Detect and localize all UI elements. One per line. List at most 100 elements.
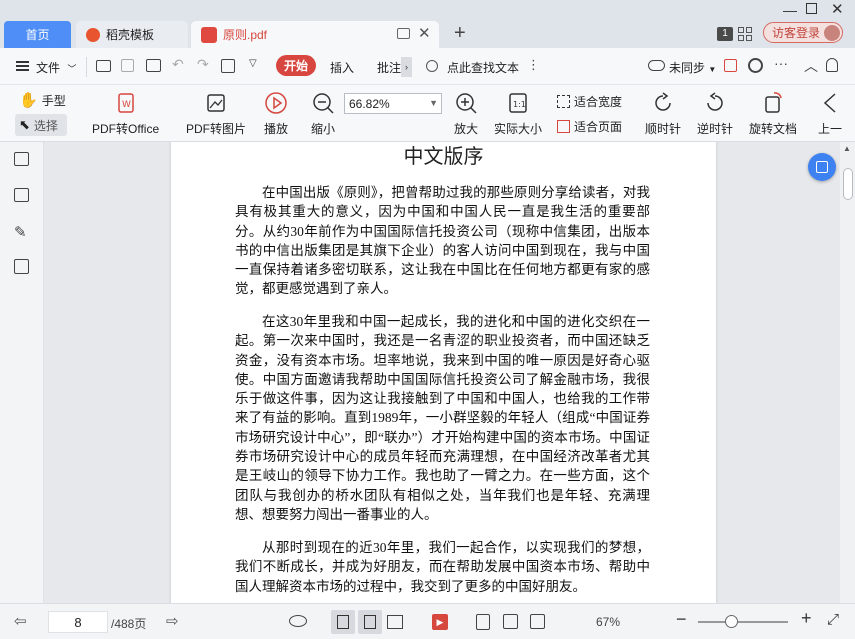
pdf-page: 中文版序 在中国出版《原则》，把曾帮助过我的那些原则分享给读者，对我具有极其重大… (171, 142, 716, 603)
actual-size-label: 实际大小 (494, 122, 543, 136)
zoom-in-icon (456, 93, 477, 114)
undo-icon[interactable]: ↶ (172, 56, 184, 73)
pdf-to-image-button[interactable]: PDF转图片 (186, 90, 246, 137)
guest-login-button[interactable]: 访客登录 (763, 22, 843, 43)
zoom-in-button[interactable]: 放大 (453, 90, 479, 137)
thumbnail-image-icon[interactable] (14, 188, 29, 202)
page-number-input[interactable]: 8 (48, 611, 108, 633)
window-count-badge[interactable]: 1 (717, 27, 733, 41)
tab-pdf-label: 原则.pdf (223, 28, 268, 42)
sign-icon[interactable] (221, 59, 235, 73)
zoom-out-status-icon[interactable]: − (676, 609, 687, 630)
search-text-button[interactable]: 点此查找文本 (447, 59, 519, 76)
rotate-counterclockwise-label: 逆时针 (697, 122, 734, 136)
zoom-in-status-icon[interactable]: + (801, 608, 812, 629)
tab-template[interactable]: 稻壳模板 (76, 21, 188, 48)
zoom-out-icon (313, 93, 334, 114)
total-pages: /488页 (111, 617, 147, 631)
minimize-icon[interactable]: — (783, 2, 797, 18)
zoom-slider[interactable] (698, 615, 788, 628)
share-icon[interactable] (724, 59, 737, 72)
zoom-slider-knob[interactable] (725, 615, 738, 628)
previous-page-icon[interactable]: ⇦ (14, 612, 27, 630)
settings-gear-icon[interactable] (748, 58, 763, 73)
search-icon[interactable] (426, 60, 438, 72)
tab-template-label: 稻壳模板 (106, 28, 155, 42)
more-dropdown-icon[interactable]: ▽ (249, 58, 257, 69)
vertical-scrollbar[interactable]: ▲ (840, 142, 855, 603)
sync-status[interactable]: 未同步 ▼ (669, 59, 716, 76)
tab-start[interactable]: 开始 (276, 55, 316, 76)
previous-page-button[interactable]: 上一 (817, 90, 843, 137)
fit-page-icon (557, 120, 570, 133)
tab-pdf-document[interactable]: 原则.pdf ✕ (191, 21, 439, 48)
single-page-view-icon[interactable] (331, 610, 355, 634)
tabs-scroll-right-icon[interactable]: › (401, 57, 412, 77)
double-page-view-icon[interactable] (387, 615, 403, 629)
more-horizontal-icon[interactable]: ··· (774, 55, 788, 71)
rotate-clockwise-button[interactable]: 顺时针 (645, 90, 681, 137)
hamburger-icon[interactable] (16, 61, 29, 71)
chevron-down-icon: ﹀ (67, 64, 77, 74)
ribbon-toolbar: ✋ 手型 ⬉ 选择 W PDF转Office PDF转图片 播放 缩小 66.8… (0, 85, 855, 142)
rotate-document-icon (765, 92, 782, 113)
scroll-up-icon[interactable]: ▲ (843, 144, 851, 153)
file-menu[interactable]: 文件 ﹀ (36, 59, 76, 76)
scrollbar-thumb[interactable] (843, 168, 853, 200)
next-page-icon[interactable]: ⇨ (166, 612, 179, 630)
eye-protection-icon[interactable] (289, 615, 307, 627)
cloud-sync-icon[interactable] (648, 60, 665, 71)
annotation-pen-icon[interactable]: ✎ (14, 223, 27, 241)
actual-size-button[interactable]: 1:1 实际大小 (494, 90, 542, 137)
signature-icon[interactable] (14, 259, 29, 274)
select-tool-button[interactable]: ⬉ 选择 (15, 114, 67, 136)
close-window-icon[interactable]: ✕ (831, 0, 844, 18)
pdf-to-office-icon: W (117, 93, 134, 113)
fit-width-status-icon[interactable] (503, 614, 518, 629)
page-title: 中文版序 (403, 146, 484, 168)
zoom-level-select[interactable]: 66.82% ▼ (344, 93, 442, 114)
rotate-document-button[interactable]: 旋转文档 (749, 90, 797, 137)
pdf-to-image-label: PDF转图片 (186, 122, 247, 136)
fullscreen-icon[interactable]: ⤢ (827, 611, 839, 628)
more-vertical-icon[interactable]: ⋮ (527, 57, 540, 73)
rotate-counterclockwise-button[interactable]: 逆时针 (697, 90, 733, 137)
print-icon[interactable] (146, 59, 161, 72)
redo-icon[interactable]: ↷ (197, 56, 209, 73)
open-folder-icon[interactable] (96, 60, 111, 72)
convert-icon (816, 161, 828, 173)
hand-tool-button[interactable]: ✋ 手型 (19, 91, 66, 109)
zoom-out-button[interactable]: 缩小 (310, 90, 336, 137)
actual-size-status-icon[interactable] (476, 614, 490, 630)
rotate-document-label: 旋转文档 (749, 122, 798, 136)
fit-width-label: 适合宽度 (574, 95, 623, 109)
pdf-to-office-button[interactable]: W PDF转Office (92, 90, 159, 137)
tab-annotate[interactable]: 批注 (377, 59, 401, 76)
zoom-in-label: 放大 (453, 122, 478, 136)
maximize-icon[interactable] (806, 3, 817, 14)
save-icon[interactable] (121, 59, 134, 72)
title-bar: 首页 稻壳模板 原则.pdf ✕ + 1 访客登录 — ✕ (0, 0, 855, 48)
play-presentation-icon[interactable]: ▶ (432, 614, 448, 630)
new-tab-button[interactable]: + (454, 22, 466, 45)
actual-size-icon: 1:1 (509, 93, 527, 113)
fit-page-status-icon[interactable] (530, 614, 545, 629)
outline-icon[interactable] (14, 152, 29, 166)
tab-window-icon[interactable] (397, 28, 410, 39)
play-button[interactable]: 播放 (263, 90, 289, 137)
bell-icon[interactable] (826, 58, 838, 72)
collapse-ribbon-icon[interactable]: ︿ (804, 56, 818, 76)
fit-width-button[interactable]: 适合宽度 (557, 93, 622, 110)
document-viewer[interactable]: 中文版序 在中国出版《原则》，把曾帮助过我的那些原则分享给读者，对我具有极其重大… (44, 142, 840, 603)
tab-home[interactable]: 首页 (4, 21, 71, 48)
svg-text:W: W (122, 100, 131, 110)
apps-icon[interactable] (738, 27, 752, 41)
convert-floating-button[interactable] (808, 153, 836, 181)
rotate-clockwise-label: 顺时针 (645, 122, 682, 136)
zoom-percent[interactable]: 67% (596, 615, 620, 629)
tab-insert[interactable]: 插入 (330, 59, 354, 76)
tab-close-icon[interactable]: ✕ (418, 24, 431, 42)
fit-page-button[interactable]: 适合页面 (557, 118, 622, 135)
continuous-view-icon[interactable] (358, 610, 382, 634)
rotate-counterclockwise-icon (707, 92, 723, 111)
